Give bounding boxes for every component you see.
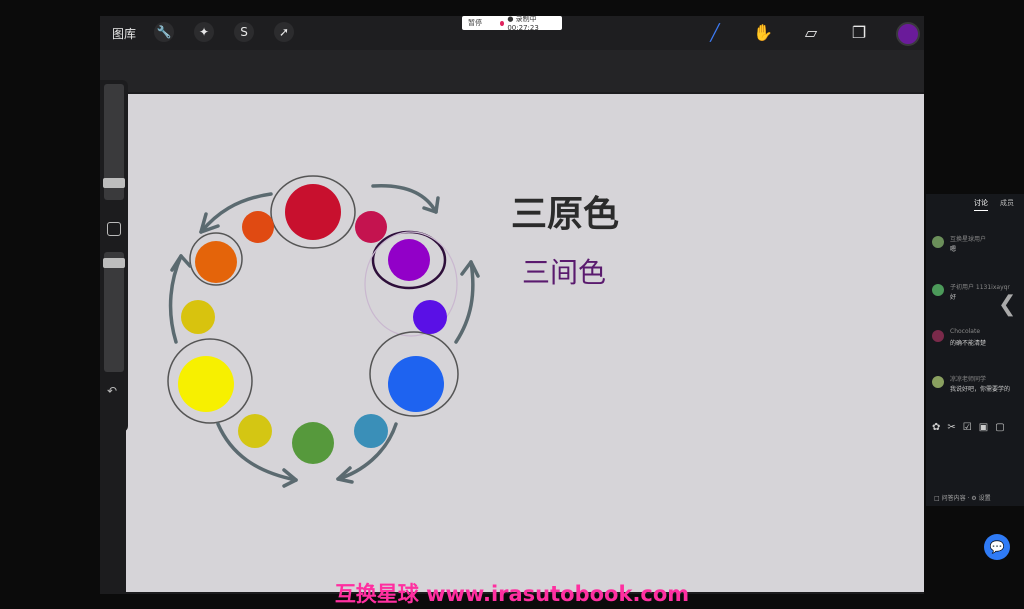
color-dot-orange	[195, 241, 237, 283]
subtitle-handwriting: 三间色	[522, 256, 606, 289]
color-dot-yellow-green	[238, 414, 272, 448]
drawing-canvas[interactable]: 三原色 三间色	[126, 94, 924, 592]
chat-tabs: 讨论 成员	[974, 198, 1014, 211]
color-dot-yellow	[178, 356, 234, 412]
magic-wand-icon[interactable]: ✦	[194, 22, 214, 42]
color-dot-blue-green	[354, 414, 388, 448]
smudge-icon[interactable]: ✋	[752, 21, 774, 43]
undo-icon[interactable]: ↶	[107, 384, 117, 398]
collapse-chevron-icon[interactable]: ❮	[998, 292, 1016, 317]
arrowhead-3	[460, 260, 480, 278]
image-icon[interactable]: ▣	[979, 422, 988, 433]
brush-sidebar: ↶	[100, 80, 128, 432]
handwriting: 三原色 三间色	[511, 194, 619, 289]
chat-text: 嗯	[950, 246, 957, 253]
recording-dot-icon	[500, 20, 505, 26]
chat-footer: □ 问答内容 · ⚙ 设置	[934, 495, 991, 502]
opacity-knob[interactable]	[103, 258, 125, 268]
chat-username: 互换星球用户	[950, 236, 987, 243]
chat-username: 凉凉老师同学	[950, 376, 987, 383]
comment-icon[interactable]: ▢	[995, 422, 1004, 433]
gallery-button[interactable]: 图库	[112, 25, 136, 42]
gift-icon[interactable]: ✿	[932, 422, 940, 433]
avatar	[932, 330, 944, 342]
color-dot-red-purple	[355, 211, 387, 243]
arrow-blue-to-purple	[454, 260, 475, 344]
selection-icon[interactable]: S	[234, 22, 254, 42]
chat-toolbar: ✿ ✂ ☑ ▣ ▢	[932, 422, 1005, 433]
brush-icon[interactable]: ╱	[704, 21, 726, 43]
chat-bubble-button[interactable]: 💬	[984, 534, 1010, 560]
checkbox-icon[interactable]: ☑	[963, 422, 972, 433]
color-dot-blue-purple	[413, 300, 447, 334]
chat-text: 好	[950, 294, 957, 301]
color-dot-green	[292, 422, 334, 464]
chat-username: Chocolate	[950, 328, 981, 335]
color-dot-red-orange	[242, 211, 274, 243]
avatar	[932, 284, 944, 296]
eraser-icon[interactable]: ▱	[800, 21, 822, 43]
chat-panel: 讨论 成员 互换星球用户 嗯 子初用户 1131ixayqr 好 Chocola…	[926, 194, 1024, 506]
recording-time: ● 录制中 00:27:23	[507, 15, 539, 32]
layers-icon[interactable]: ❐	[848, 21, 870, 43]
watermark: 互换星球 www.irasutobook.com	[334, 582, 690, 606]
brush-size-knob[interactable]	[103, 178, 125, 188]
arrowhead-6	[170, 254, 192, 272]
chat-username: 子初用户 1131ixayqr	[950, 284, 1010, 291]
avatar	[932, 236, 944, 248]
opacity-slider[interactable]	[104, 252, 124, 372]
scissors-icon[interactable]: ✂	[947, 422, 955, 433]
tab-discussion[interactable]: 讨论	[974, 198, 988, 211]
color-dot-purple	[388, 239, 430, 281]
current-color-button[interactable]	[896, 22, 920, 46]
avatar	[932, 376, 944, 388]
canvas-drawing: 三原色 三间色	[167, 175, 619, 488]
color-dot-yellow-orange	[181, 300, 215, 334]
wrench-icon[interactable]: 🔧	[154, 22, 174, 42]
color-dot-red	[285, 184, 341, 240]
title-handwriting: 三原色	[511, 194, 619, 235]
tab-members[interactable]: 成员	[1000, 198, 1014, 211]
color-dot-blue	[388, 356, 444, 412]
recording-pause-label[interactable]: 暂停	[468, 18, 482, 28]
chat-text: 我说好吧，你需要学的	[950, 386, 1011, 393]
secondary-bar	[100, 50, 924, 92]
modify-button[interactable]	[107, 222, 121, 236]
recording-indicator: 暂停 ● 录制中 00:27:23	[462, 15, 562, 32]
move-arrow-icon[interactable]: ➚	[274, 22, 294, 42]
chat-text: 的确不能清楚	[950, 340, 987, 347]
